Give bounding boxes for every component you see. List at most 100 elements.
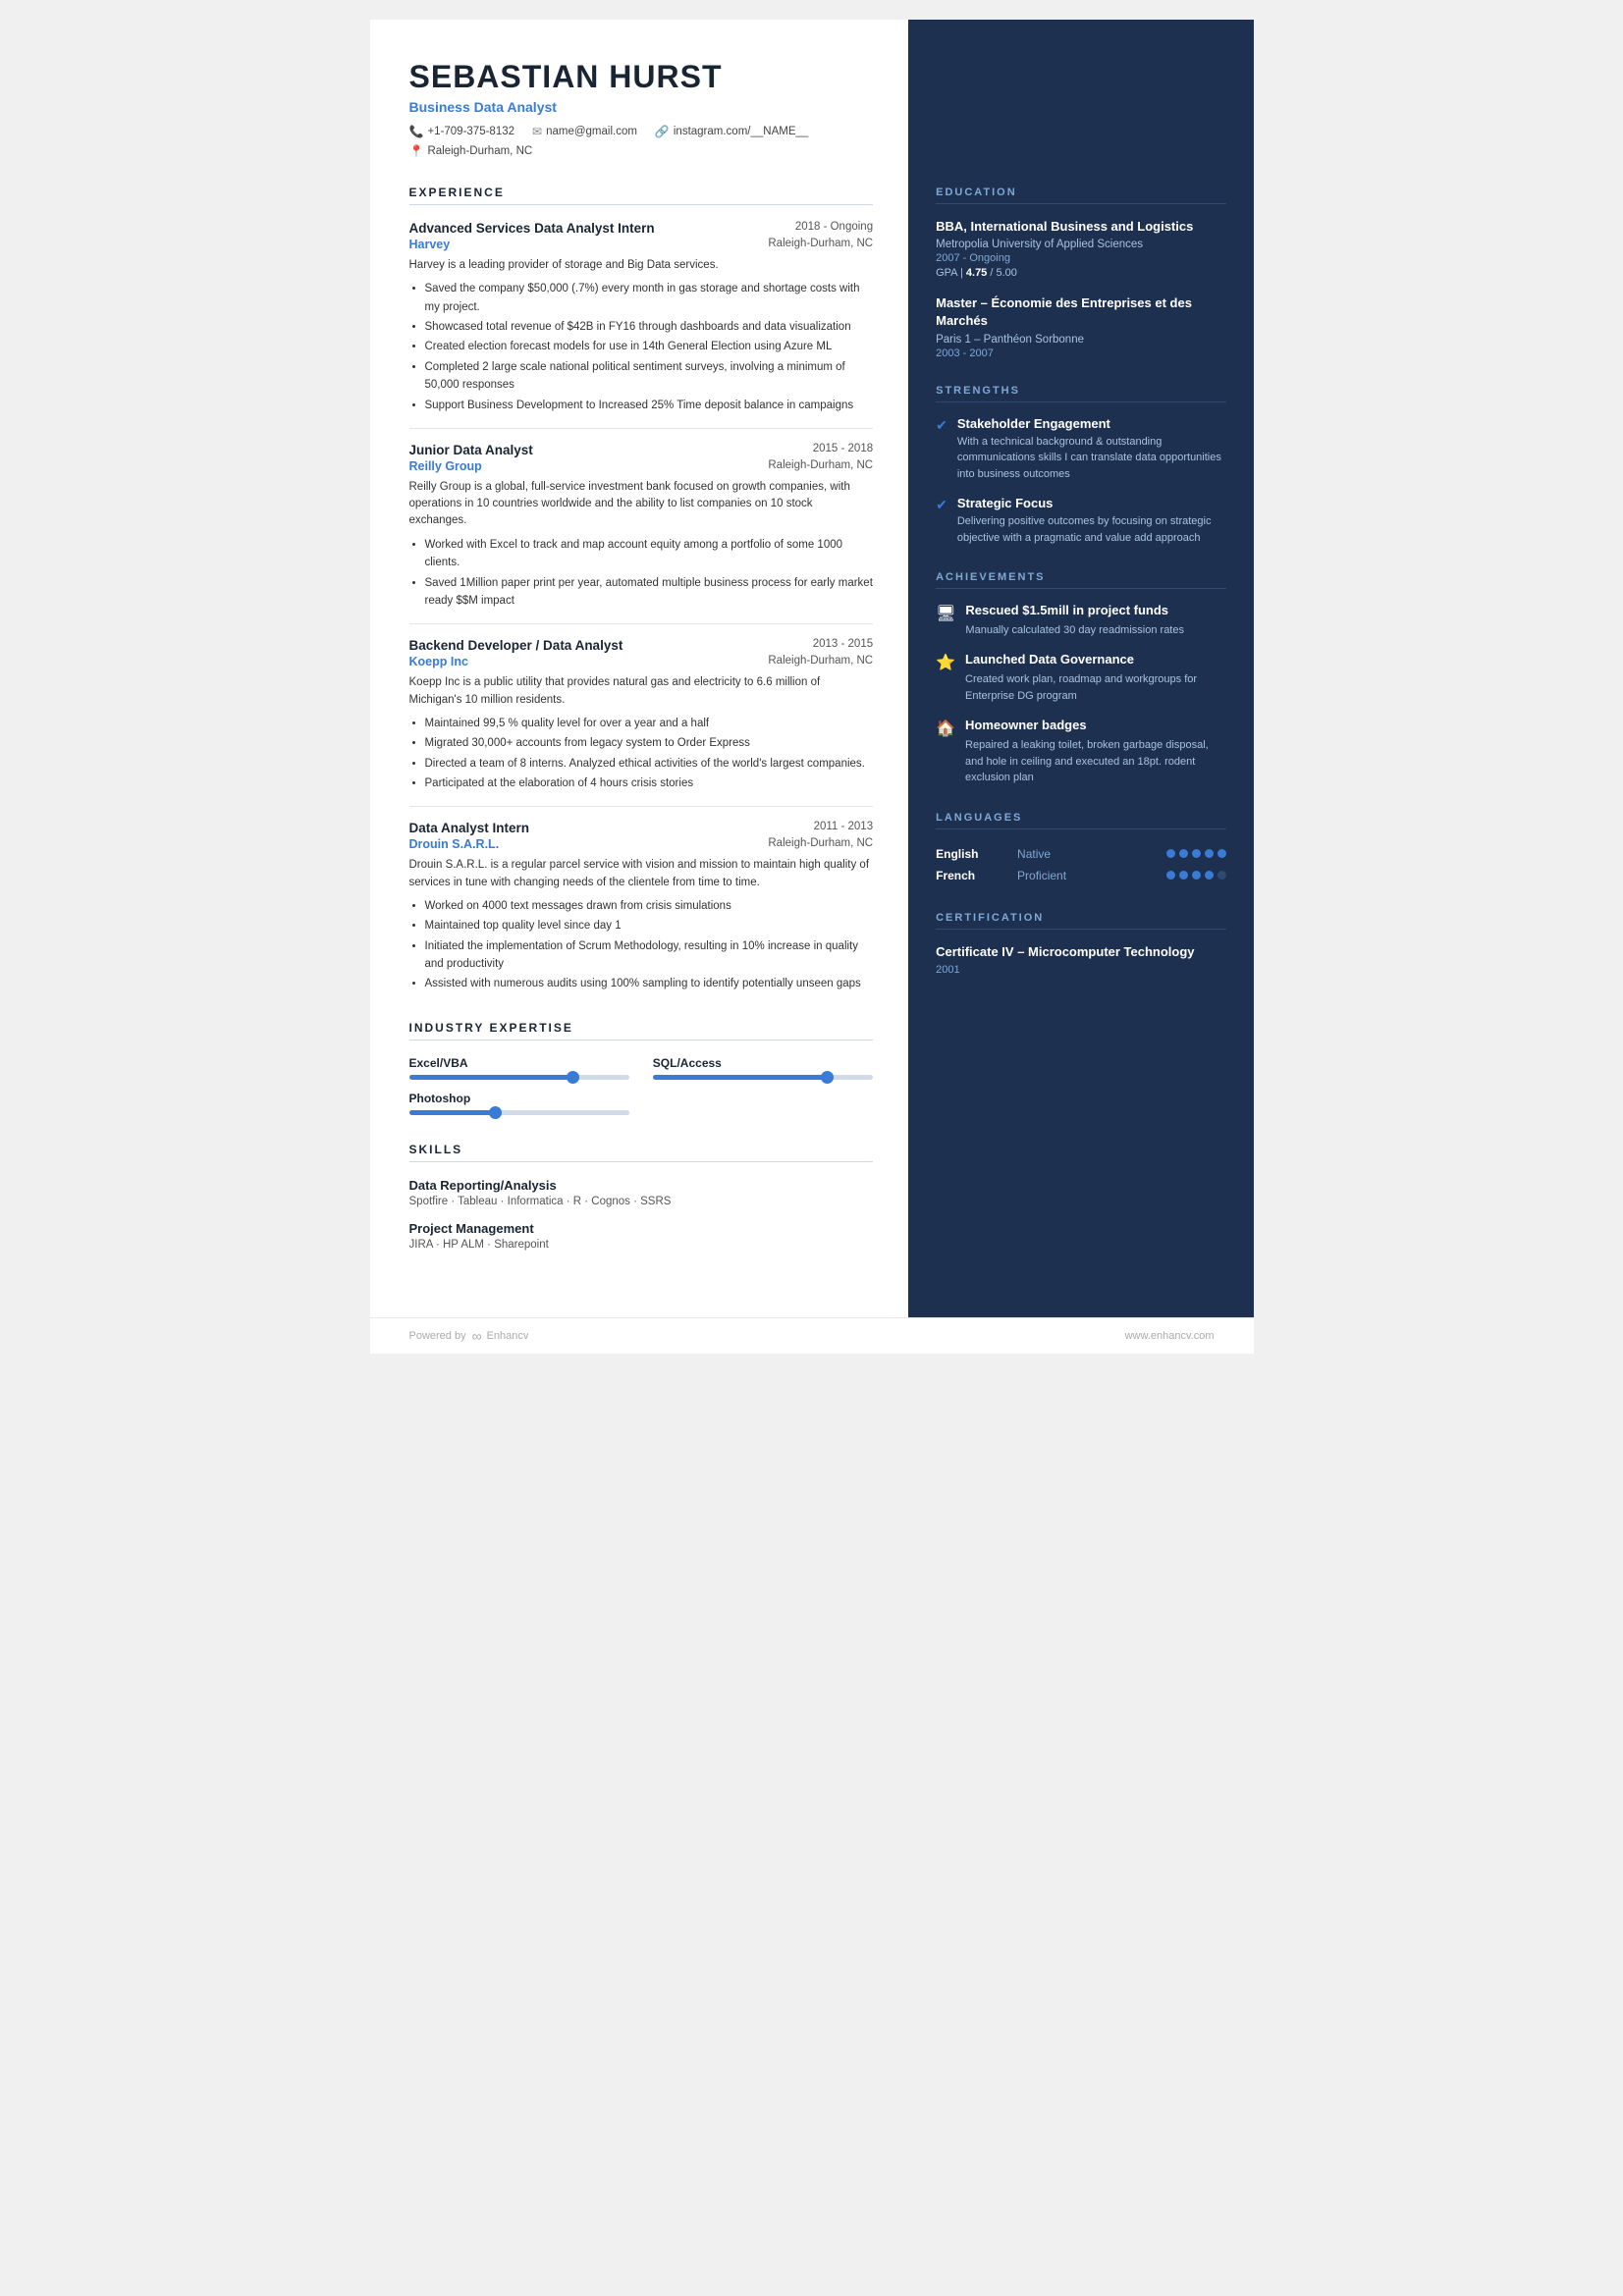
skill-label: SQL/Access [653,1056,873,1070]
job-description: Koepp Inc is a public utility that provi… [409,674,874,709]
edu-gpa: GPA | 4.75 / 5.00 [936,267,1225,279]
brand-name: Enhancv [487,1330,529,1342]
job-company-row: Reilly Group Raleigh-Durham, NC [409,459,874,473]
bullet-item: Directed a team of 8 interns. Analyzed e… [425,755,874,773]
lang-name: English [936,843,1017,865]
strengths-section: STRENGTHS ✔ Stakeholder Engagement With … [936,385,1225,547]
language-dot [1166,849,1175,858]
bullet-item: Showcased total revenue of $42B in FY16 … [425,318,874,336]
achievement-item: ⭐ Launched Data Governance Created work … [936,652,1225,704]
skill-label: Excel/VBA [409,1056,629,1070]
candidate-title: Business Data Analyst [409,99,874,115]
job-company-row: Koepp Inc Raleigh-Durham, NC [409,655,874,668]
contact-info: 📞 +1-709-375-8132 ✉ name@gmail.com 🔗 ins… [409,125,874,158]
job-company: Koepp Inc [409,655,468,668]
resume-main: SEBASTIAN HURST Business Data Analyst 📞 … [370,20,1254,1317]
skill-bar-track [653,1075,873,1080]
location-item: 📍 Raleigh-Durham, NC [409,144,533,158]
edu-school: Paris 1 – Panthéon Sorbonne [936,334,1225,346]
job-title: Backend Developer / Data Analyst [409,638,623,653]
skill-bars-container: Excel/VBA SQL/Access Photoshop [409,1056,874,1115]
achievement-title: Launched Data Governance [965,652,1225,668]
skill-bar-item: SQL/Access [653,1056,873,1080]
experience-item: Data Analyst Intern 2011 - 2013 Drouin S… [409,821,874,992]
language-dot [1217,871,1226,880]
powered-by-text: Powered by [409,1330,466,1342]
achievement-icon: 🖥 [936,604,955,623]
experience-item: Backend Developer / Data Analyst 2013 - … [409,638,874,792]
strength-title: Strategic Focus [957,496,1226,510]
job-company-row: Drouin S.A.R.L. Raleigh-Durham, NC [409,837,874,851]
edu-school: Metropolia University of Applied Science… [936,239,1225,250]
job-title: Advanced Services Data Analyst Intern [409,221,655,236]
certification-title: CERTIFICATION [936,912,1225,930]
language-dot [1217,849,1226,858]
achievements-title: ACHIEVEMENTS [936,571,1225,589]
education-title: EDUCATION [936,187,1225,204]
education-section: EDUCATION BBA, International Business an… [936,187,1225,359]
job-location: Raleigh-Durham, NC [768,459,873,473]
experience-container: Advanced Services Data Analyst Intern 20… [409,221,874,993]
bullet-item: Maintained top quality level since day 1 [425,917,874,934]
job-title: Junior Data Analyst [409,443,533,457]
language-dot [1205,849,1214,858]
language-dot [1166,871,1175,880]
job-header: Advanced Services Data Analyst Intern 20… [409,221,874,236]
edu-degree: BBA, International Business and Logistic… [936,218,1225,236]
job-company: Drouin S.A.R.L. [409,837,500,851]
lang-dots-cell [1111,843,1226,865]
languages-title: LANGUAGES [936,812,1225,829]
industry-expertise-title: INDUSTRY EXPERTISE [409,1021,874,1041]
bullet-item: Participated at the elaboration of 4 hou… [425,774,874,792]
language-dot [1179,849,1188,858]
bullet-item: Saved 1Million paper print per year, aut… [425,574,874,611]
lang-level: Native [1017,843,1111,865]
languages-container: English Native French Proficient [936,843,1225,886]
social-item: 🔗 instagram.com/__NAME__ [655,125,808,138]
skill-group-items: Spotfire · Tableau · Informatica · R · C… [409,1196,874,1207]
strength-desc: Delivering positive outcomes by focusing… [957,513,1226,546]
bullet-item: Created election forecast models for use… [425,338,874,355]
bullet-item: Worked on 4000 text messages drawn from … [425,897,874,915]
experience-item: Junior Data Analyst 2015 - 2018 Reilly G… [409,443,874,610]
skill-bar-fill [409,1110,498,1115]
job-description: Harvey is a leading provider of storage … [409,257,874,274]
job-bullets-list: Worked on 4000 text messages drawn from … [409,897,874,993]
cert-title: Certificate IV – Microcomputer Technolog… [936,943,1225,961]
strength-item: ✔ Stakeholder Engagement With a technica… [936,416,1225,483]
email-item: ✉ name@gmail.com [532,125,637,138]
skills-container: Data Reporting/Analysis Spotfire · Table… [409,1178,874,1251]
job-location: Raleigh-Durham, NC [768,655,873,668]
skill-label: Photoshop [409,1092,629,1105]
edu-dates: 2003 - 2007 [936,347,1225,359]
strength-content: Stakeholder Engagement With a technical … [957,416,1226,483]
achievement-content: Rescued $1.5mill in project funds Manual… [965,603,1184,638]
strength-desc: With a technical background & outstandin… [957,434,1226,483]
languages-table: English Native French Proficient [936,843,1225,886]
achievement-item: 🖥 Rescued $1.5mill in project funds Manu… [936,603,1225,638]
social-text: instagram.com/__NAME__ [674,126,808,137]
website-text: www.enhancv.com [1125,1330,1215,1342]
job-bullets-list: Worked with Excel to track and map accou… [409,536,874,611]
achievement-desc: Created work plan, roadmap and workgroup… [965,671,1225,704]
education-container: BBA, International Business and Logistic… [936,218,1225,359]
job-location: Raleigh-Durham, NC [768,837,873,851]
job-location: Raleigh-Durham, NC [768,238,873,251]
experience-item: Advanced Services Data Analyst Intern 20… [409,221,874,414]
phone-icon: 📞 [409,125,424,138]
industry-expertise-section: INDUSTRY EXPERTISE Excel/VBA SQL/Access … [409,1021,874,1115]
lang-dots [1111,849,1226,858]
achievement-item: 🏠 Homeowner badges Repaired a leaking to… [936,718,1225,785]
job-title: Data Analyst Intern [409,821,530,835]
edu-dates: 2007 - Ongoing [936,252,1225,264]
lang-level: Proficient [1017,865,1111,886]
strengths-title: STRENGTHS [936,385,1225,402]
achievement-desc: Manually calculated 30 day readmission r… [965,622,1184,639]
lang-dots-cell [1111,865,1226,886]
job-dates: 2011 - 2013 [814,821,874,832]
job-bullets-list: Maintained 99,5 % quality level for over… [409,715,874,793]
job-header: Data Analyst Intern 2011 - 2013 [409,821,874,835]
job-company: Harvey [409,238,451,251]
bullet-item: Initiated the implementation of Scrum Me… [425,937,874,974]
edu-degree: Master – Économie des Entreprises et des… [936,294,1225,330]
